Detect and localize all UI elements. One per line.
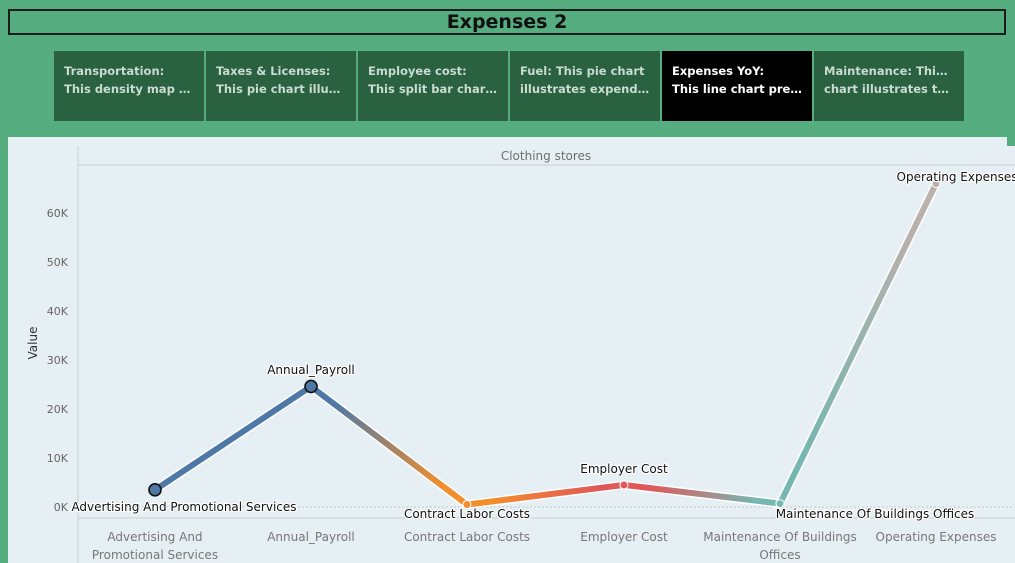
- x-tick-label: Offices: [759, 548, 800, 562]
- y-tick-label: 20K: [47, 403, 69, 416]
- line-segment: [464, 481, 627, 508]
- data-points: [148, 179, 941, 510]
- y-axis-title: Value: [26, 327, 40, 360]
- line-chart: Clothing stores Value 0K 10K 20K 30K 40K 50K 6…: [26, 146, 1015, 563]
- y-tick-label: 0K: [54, 501, 69, 514]
- x-tick-label: Annual_Payroll: [267, 530, 355, 544]
- line-segment: [777, 180, 939, 507]
- x-tick-label: Promotional Services: [92, 548, 218, 562]
- y-tick-label: 10K: [47, 452, 69, 465]
- panel-header: Clothing stores: [501, 149, 591, 163]
- data-label: Annual_Payroll: [267, 363, 355, 377]
- data-label: Operating Expenses: [897, 170, 1015, 184]
- line-segment: [152, 383, 314, 493]
- line-segment: [621, 481, 783, 507]
- y-ticks: 0K 10K 20K 30K 40K 50K 60K: [47, 207, 69, 514]
- x-tick-label: Operating Expenses: [876, 530, 997, 544]
- x-ticks: Advertising And Promotional Services Annua…: [92, 530, 997, 562]
- x-tick-label: Maintenance Of Buildings: [703, 530, 857, 544]
- data-label: Advertising And Promotional Services: [71, 500, 296, 514]
- x-tick-label: Contract Labor Costs: [404, 530, 530, 544]
- data-point[interactable]: [619, 480, 629, 490]
- y-tick-label: 60K: [47, 207, 69, 220]
- x-tick-label: Employer Cost: [580, 530, 668, 544]
- data-labels: Advertising And Promotional Services Annu…: [70, 169, 1015, 522]
- line-series: [150, 179, 941, 510]
- data-point[interactable]: [148, 483, 162, 497]
- data-label: Maintenance Of Buildings Offices: [776, 507, 975, 521]
- data-label: Employer Cost: [580, 462, 668, 476]
- y-tick-label: 50K: [47, 256, 69, 269]
- data-point[interactable]: [304, 379, 318, 394]
- data-label: Contract Labor Costs: [404, 507, 530, 521]
- x-tick-label: Advertising And: [107, 530, 202, 544]
- line-segment: [308, 383, 470, 508]
- y-tick-label: 30K: [47, 354, 69, 367]
- y-tick-label: 40K: [47, 305, 69, 318]
